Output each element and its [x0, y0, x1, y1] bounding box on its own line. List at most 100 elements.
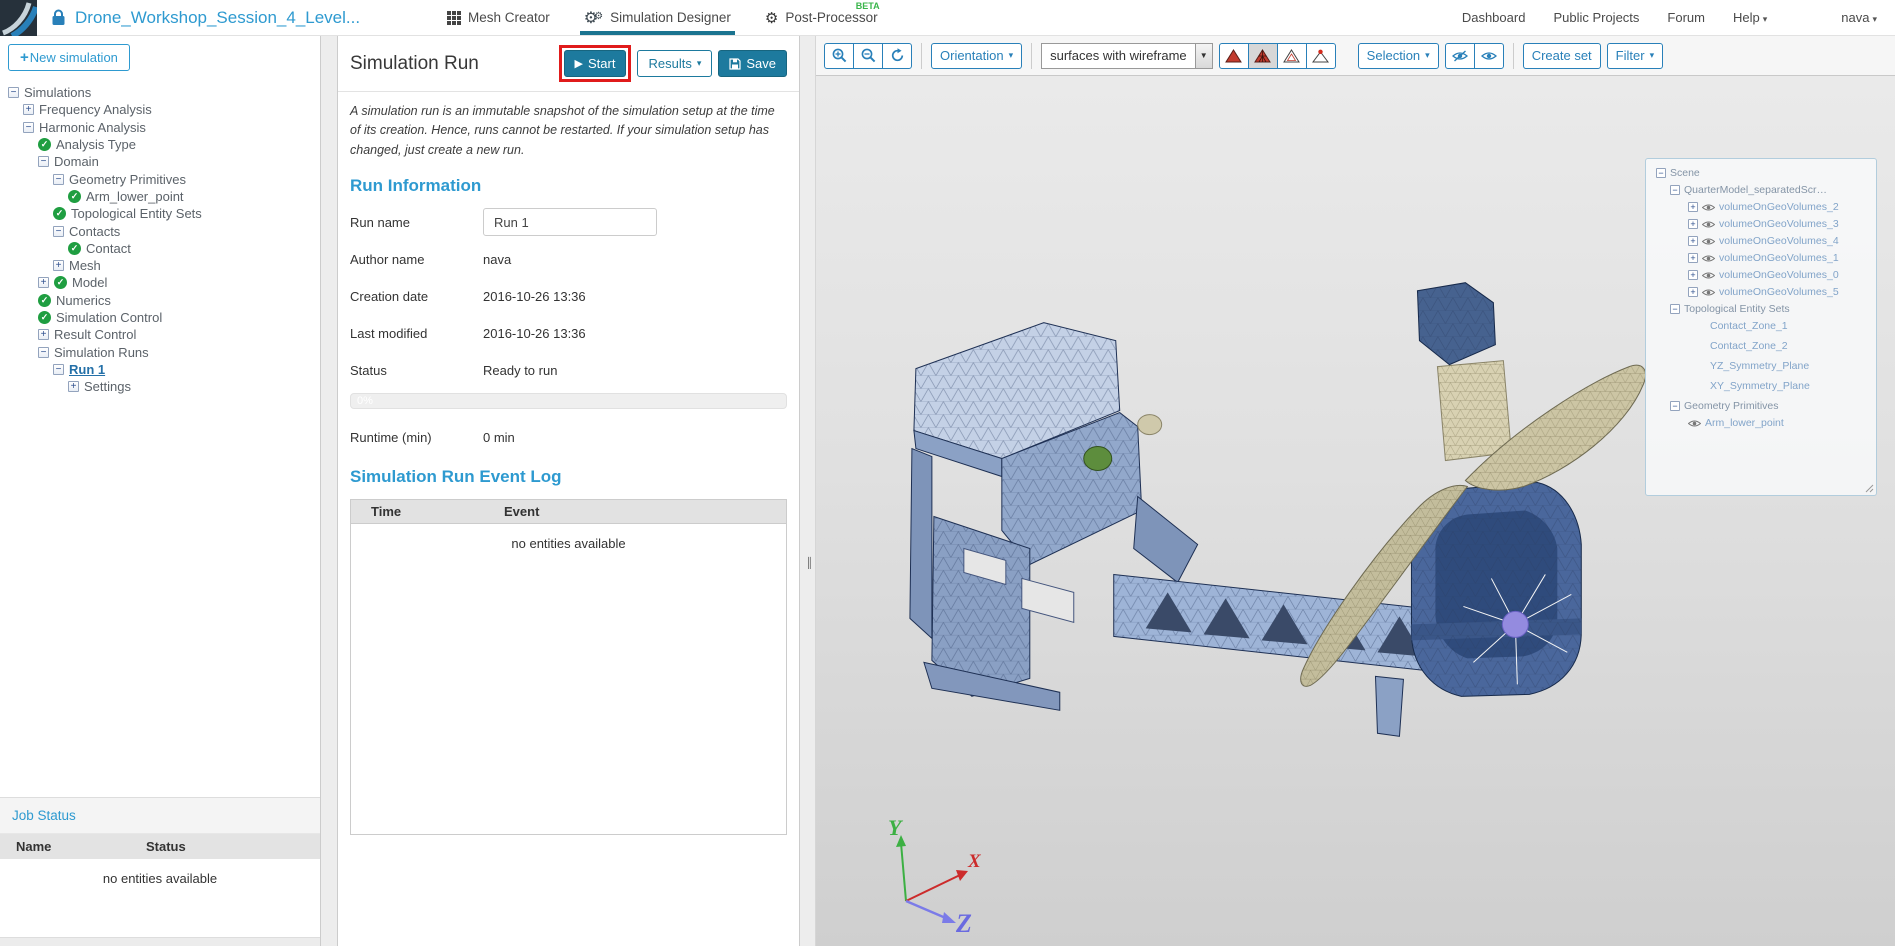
tree-expander-icon[interactable]: −: [1656, 168, 1666, 178]
eye-icon[interactable]: [1688, 419, 1701, 428]
tree-item-label[interactable]: Topological Entity Sets: [71, 206, 202, 221]
scene-item-label[interactable]: Scene: [1670, 167, 1700, 179]
new-simulation-button[interactable]: +New simulation: [8, 44, 130, 71]
scene-item-label[interactable]: volumeOnGeoVolumes_4: [1719, 235, 1839, 247]
tree-expander-icon[interactable]: −: [8, 87, 19, 98]
tree-expander-icon[interactable]: +: [53, 260, 64, 271]
tree-item-label[interactable]: Analysis Type: [56, 137, 136, 152]
refresh-view-button[interactable]: [882, 43, 912, 69]
results-button[interactable]: Results ▾: [637, 50, 712, 77]
tree-expander-icon[interactable]: +: [38, 277, 49, 288]
scene-item-label[interactable]: YZ_Symmetry_Plane: [1710, 360, 1809, 372]
scene-item-label[interactable]: QuarterModel_separatedScr…: [1684, 184, 1827, 196]
tree-item-label[interactable]: Simulation Runs: [54, 345, 149, 360]
render-wireframe-button[interactable]: [1277, 43, 1307, 69]
render-solid-button[interactable]: [1219, 43, 1249, 69]
page-title: Simulation Run: [350, 53, 479, 75]
tree-expander-icon[interactable]: +: [1688, 202, 1698, 212]
nav-link-public-projects[interactable]: Public Projects: [1553, 10, 1639, 25]
render-surface-wireframe-button[interactable]: [1248, 43, 1278, 69]
scene-item-label[interactable]: volumeOnGeoVolumes_3: [1719, 218, 1839, 230]
scene-item-label[interactable]: volumeOnGeoVolumes_1: [1719, 252, 1839, 264]
hide-selection-button[interactable]: [1445, 43, 1475, 69]
tree-expander-icon[interactable]: −: [53, 364, 64, 375]
nav-link-dashboard[interactable]: Dashboard: [1462, 10, 1526, 25]
eye-icon[interactable]: [1702, 203, 1715, 212]
tree-expander-icon[interactable]: −: [38, 347, 49, 358]
tab-simulation-designer[interactable]: ⚙⚙ Simulation Designer: [584, 0, 731, 35]
refresh-icon: [890, 48, 905, 63]
sidebar-scrollbar[interactable]: [0, 937, 320, 946]
scene-item-label[interactable]: XY_Symmetry_Plane: [1710, 380, 1810, 392]
scene-tree-row: YZ_Symmetry_Plane: [1646, 360, 1876, 372]
tree-item-label[interactable]: Simulation Control: [56, 310, 162, 325]
eye-icon[interactable]: [1702, 271, 1715, 280]
display-mode-select[interactable]: surfaces with wireframe ▼: [1041, 43, 1213, 69]
tree-item-label[interactable]: Arm_lower_point: [86, 189, 184, 204]
tree-item-label[interactable]: Contacts: [69, 224, 120, 239]
eye-icon[interactable]: [1702, 237, 1715, 246]
save-button[interactable]: Save: [718, 50, 787, 77]
tree-expander-icon[interactable]: −: [53, 226, 64, 237]
tree-item-label[interactable]: Model: [72, 275, 107, 290]
tree-expander-icon[interactable]: +: [68, 381, 79, 392]
start-button[interactable]: ▶ Start: [564, 50, 627, 77]
eye-icon[interactable]: [1702, 288, 1715, 297]
scene-item-label[interactable]: volumeOnGeoVolumes_0: [1719, 269, 1839, 281]
scene-item-label[interactable]: volumeOnGeoVolumes_5: [1719, 286, 1839, 298]
selection-button[interactable]: Selection▾: [1358, 43, 1439, 69]
chevron-down-icon: ▾: [1009, 50, 1014, 61]
tree-item-label[interactable]: Contact: [86, 241, 131, 256]
tree-item-label[interactable]: Run 1: [69, 362, 105, 377]
tree-expander-icon[interactable]: +: [1688, 270, 1698, 280]
zoom-in-button[interactable]: [824, 43, 854, 69]
filter-button[interactable]: Filter▾: [1607, 43, 1663, 69]
tree-expander-icon[interactable]: −: [1670, 304, 1680, 314]
viewport-canvas[interactable]: −Scene−QuarterModel_separatedScr…+volume…: [816, 76, 1895, 946]
tree-expander-icon[interactable]: +: [1688, 253, 1698, 263]
tree-expander-icon[interactable]: +: [38, 329, 49, 340]
panel-splitter-handle[interactable]: ║: [806, 558, 813, 569]
scene-item-label[interactable]: Contact_Zone_2: [1710, 340, 1788, 352]
tab-mesh-creator[interactable]: Mesh Creator: [447, 0, 550, 35]
tree-item-label[interactable]: Simulations: [24, 85, 91, 100]
nav-link-forum[interactable]: Forum: [1667, 10, 1705, 25]
scene-item-label[interactable]: Arm_lower_point: [1705, 417, 1784, 429]
create-set-button[interactable]: Create set: [1523, 43, 1601, 69]
tree-item-label[interactable]: Domain: [54, 154, 99, 169]
tree-expander-icon[interactable]: −: [53, 174, 64, 185]
scene-item-label[interactable]: Topological Entity Sets: [1684, 303, 1790, 315]
project-title[interactable]: Drone_Workshop_Session_4_Level...: [75, 8, 360, 28]
scene-item-label[interactable]: Contact_Zone_1: [1710, 320, 1788, 332]
app-logo-icon[interactable]: [0, 0, 37, 36]
orientation-button[interactable]: Orientation▾: [931, 43, 1022, 69]
tree-expander-icon[interactable]: +: [1688, 287, 1698, 297]
tab-post-processor[interactable]: ⚙ Post-Processor BETA: [765, 0, 878, 35]
tree-expander-icon[interactable]: +: [1688, 236, 1698, 246]
tree-expander-icon[interactable]: −: [23, 122, 34, 133]
user-menu[interactable]: nava▾: [1841, 10, 1877, 25]
eye-icon[interactable]: [1702, 220, 1715, 229]
tree-expander-icon[interactable]: −: [1670, 185, 1680, 195]
tree-item-label[interactable]: Frequency Analysis: [39, 102, 152, 117]
tree-expander-icon[interactable]: +: [23, 104, 34, 115]
tree-expander-icon[interactable]: −: [1670, 401, 1680, 411]
help-menu[interactable]: Help▾: [1733, 10, 1767, 25]
tree-item-label[interactable]: Mesh: [69, 258, 101, 273]
tree-item-label[interactable]: Harmonic Analysis: [39, 120, 146, 135]
run-name-input[interactable]: [483, 208, 657, 236]
tree-expander-icon[interactable]: +: [1688, 219, 1698, 229]
show-selection-button[interactable]: [1474, 43, 1504, 69]
floppy-icon: [729, 58, 741, 70]
tree-expander-icon[interactable]: −: [38, 156, 49, 167]
tree-item-label[interactable]: Numerics: [56, 293, 111, 308]
eye-icon[interactable]: [1702, 254, 1715, 263]
render-points-button[interactable]: [1306, 43, 1336, 69]
scene-item-label[interactable]: Geometry Primitives: [1684, 400, 1779, 412]
panel-resize-grip[interactable]: [1865, 484, 1874, 493]
zoom-out-button[interactable]: [853, 43, 883, 69]
tree-item-label[interactable]: Settings: [84, 379, 131, 394]
tree-item-label[interactable]: Result Control: [54, 327, 136, 342]
tree-item-label[interactable]: Geometry Primitives: [69, 172, 186, 187]
scene-item-label[interactable]: volumeOnGeoVolumes_2: [1719, 201, 1839, 213]
